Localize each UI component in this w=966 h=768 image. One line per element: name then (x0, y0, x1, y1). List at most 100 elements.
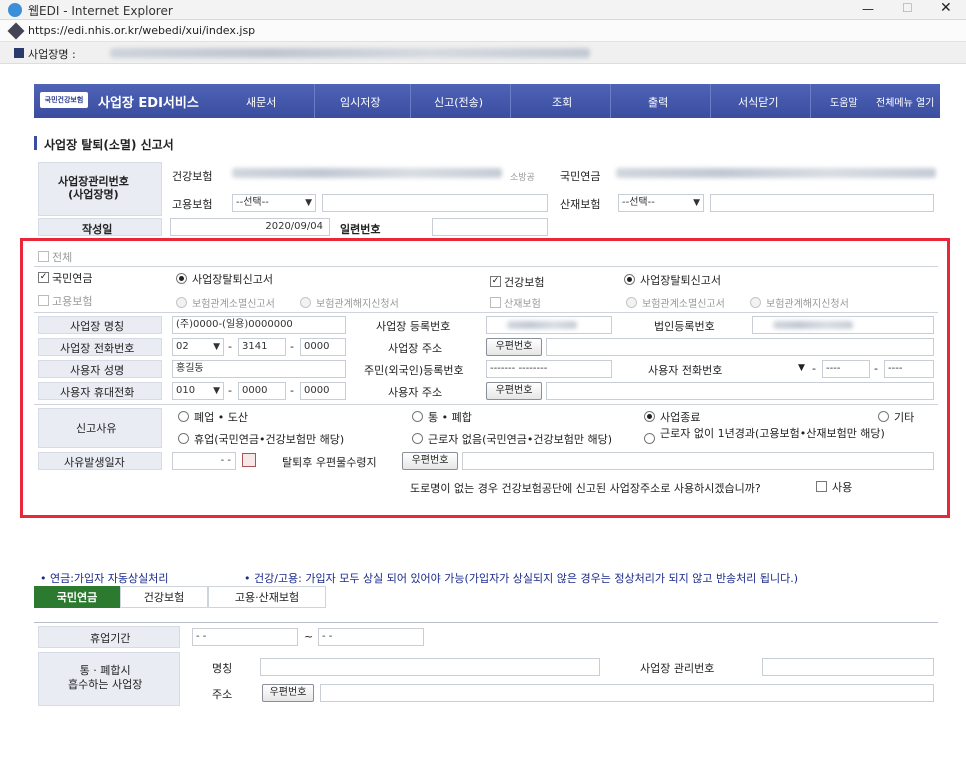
nav-divider (314, 84, 315, 118)
reason-noworker-year-label: 근로자 없이 1년경과(고용보험•산재보험만 해당) (660, 427, 885, 440)
tab-employment-industrial[interactable]: 고용·산재보험 (208, 586, 326, 608)
reason-etc-radio[interactable] (878, 411, 889, 422)
nav-help[interactable]: 도움말 (830, 94, 858, 109)
chevron-down-icon[interactable]: ▼ (798, 363, 805, 373)
title-marker (34, 136, 37, 150)
phone-last-field[interactable]: 0000 (300, 338, 346, 356)
tab-health-insurance[interactable]: 건강보험 (120, 586, 208, 608)
hi-withdraw-radio[interactable] (624, 274, 635, 285)
business-name-label: 사업장명 : (28, 48, 76, 61)
biz-name-field[interactable]: (주)0000-(일용)0000000 (172, 316, 346, 334)
corp-reg-field[interactable] (752, 316, 934, 334)
ei-extinct-radio[interactable] (176, 297, 187, 308)
corp-reg-value (773, 321, 853, 329)
health-note: • 건강/고용: 가입자 모두 상실 되어 있어야 가능(가입자가 상실되지 않… (244, 572, 799, 585)
nav-all-menu[interactable]: 전체메뉴 열기 (876, 94, 934, 109)
address-bar[interactable]: https://edi.nhis.or.kr/webedi/xui/index.… (0, 20, 966, 42)
biz-postcode-button[interactable]: 우편번호 (486, 338, 542, 356)
nhis-logo: 국민건강보험 (40, 92, 88, 108)
nav-inquiry[interactable]: 조회 (552, 94, 572, 110)
employment-ins-field[interactable] (322, 194, 548, 212)
mobile-last-field[interactable]: 0000 (300, 382, 346, 400)
mobile-dash: - (290, 384, 294, 397)
ii-checkbox[interactable] (490, 297, 501, 308)
biz-reg-label: 사업장 등록번호 (376, 320, 451, 333)
ei-checkbox[interactable] (38, 295, 49, 306)
nav-print[interactable]: 출력 (648, 94, 668, 110)
all-checkbox[interactable] (38, 251, 49, 262)
ii-cancel-radio[interactable] (750, 297, 761, 308)
biz-reg-field[interactable] (486, 316, 612, 334)
url-text[interactable]: https://edi.nhis.or.kr/webedi/xui/index.… (28, 24, 255, 37)
absorb-mgmt-label: 사업장 관리번호 (640, 662, 715, 675)
biz-name-label: 사업장 명칭 (70, 320, 125, 333)
mobile-mid-field[interactable]: 0000 (238, 382, 286, 400)
absorb-mgmt-field[interactable] (762, 658, 934, 676)
industrial-ins-field[interactable] (710, 194, 934, 212)
use-checkbox[interactable] (816, 481, 827, 492)
reason-label: 신고사유 (76, 422, 117, 435)
owner-phone-mid-field[interactable]: ---- (822, 360, 870, 378)
tab-national-pension[interactable]: 국민연금 (34, 586, 120, 608)
employment-ins-label: 고용보험 (172, 198, 213, 211)
reason-merge-radio[interactable] (412, 411, 423, 422)
resident-field[interactable]: ------- -------- (486, 360, 612, 378)
date-field[interactable]: - - (172, 452, 236, 470)
np-checkbox[interactable]: ✓ (38, 272, 49, 283)
nav-divider (410, 84, 411, 118)
suspend-from-value: - - (196, 631, 207, 642)
mail-addr-field[interactable] (462, 452, 934, 470)
divider (34, 622, 938, 623)
absorb-name-label: 명칭 (212, 662, 233, 675)
biz-addr-field[interactable] (546, 338, 934, 356)
owner-phone-last-field[interactable]: ---- (884, 360, 934, 378)
business-name-value (110, 48, 590, 58)
nav-submit[interactable]: 신고(전송) (434, 94, 483, 110)
reason-closed-label: 폐업 • 도산 (194, 411, 248, 424)
nav-new-doc[interactable]: 새문서 (246, 94, 276, 110)
owner-phone-last-value: ---- (888, 363, 903, 374)
highlight-box (20, 238, 950, 518)
minimize-icon[interactable]: — (862, 2, 874, 16)
maximize-icon[interactable]: ☐ (902, 1, 913, 15)
suspend-from-field[interactable]: - - (192, 628, 298, 646)
phone-mid-field[interactable]: 3141 (238, 338, 286, 356)
mail-postcode-button[interactable]: 우편번호 (402, 452, 458, 470)
mobile-area-select[interactable]: 010 ▼ (172, 382, 224, 400)
reason-noworker-year-radio[interactable] (644, 433, 655, 444)
phone-dash: - (290, 340, 294, 353)
resident-value: ------- -------- (490, 363, 548, 374)
calendar-icon[interactable] (242, 453, 256, 467)
nav-close-form[interactable]: 서식닫기 (738, 94, 778, 110)
reason-closed-radio[interactable] (178, 411, 189, 422)
close-icon[interactable]: ✕ (940, 0, 952, 16)
created-date-field[interactable]: 2020/09/04 (170, 218, 330, 236)
absorb-postcode-button[interactable]: 우편번호 (262, 684, 314, 702)
reason-end-radio[interactable] (644, 411, 655, 422)
phone-area-select[interactable]: 02 ▼ (172, 338, 224, 356)
absorb-address-field[interactable] (320, 684, 934, 702)
phone-last-value: 0000 (304, 341, 330, 352)
hi-checkbox[interactable]: ✓ (490, 276, 501, 287)
owner-field[interactable]: 홍길동 (172, 360, 346, 378)
ii-extinct-radio[interactable] (626, 297, 637, 308)
suspend-to-field[interactable]: - - (318, 628, 424, 646)
biz-reg-value (507, 321, 577, 329)
owner-addr-field[interactable] (546, 382, 934, 400)
chevron-down-icon: ▼ (213, 386, 220, 396)
industrial-ins-select[interactable]: --선택-- ▼ (618, 194, 704, 212)
ei-cancel-radio[interactable] (300, 297, 311, 308)
hi-label: 건강보험 (504, 276, 545, 289)
np-withdraw-radio[interactable] (176, 273, 187, 284)
nav-temp-save[interactable]: 임시저장 (340, 94, 380, 110)
window-title: 웹EDI - Internet Explorer (28, 4, 173, 18)
absorb-name-field[interactable] (260, 658, 600, 676)
employment-ins-select[interactable]: --선택-- ▼ (232, 194, 316, 212)
serial-field[interactable] (432, 218, 548, 236)
serial-label: 일련번호 (340, 223, 381, 236)
owner-postcode-button[interactable]: 우편번호 (486, 382, 542, 400)
biz-name-value: (주)0000-(일용)0000000 (176, 319, 293, 330)
reason-suspend-radio[interactable] (178, 433, 189, 444)
reason-noworker-radio[interactable] (412, 433, 423, 444)
owner-value: 홍길동 (176, 363, 204, 374)
